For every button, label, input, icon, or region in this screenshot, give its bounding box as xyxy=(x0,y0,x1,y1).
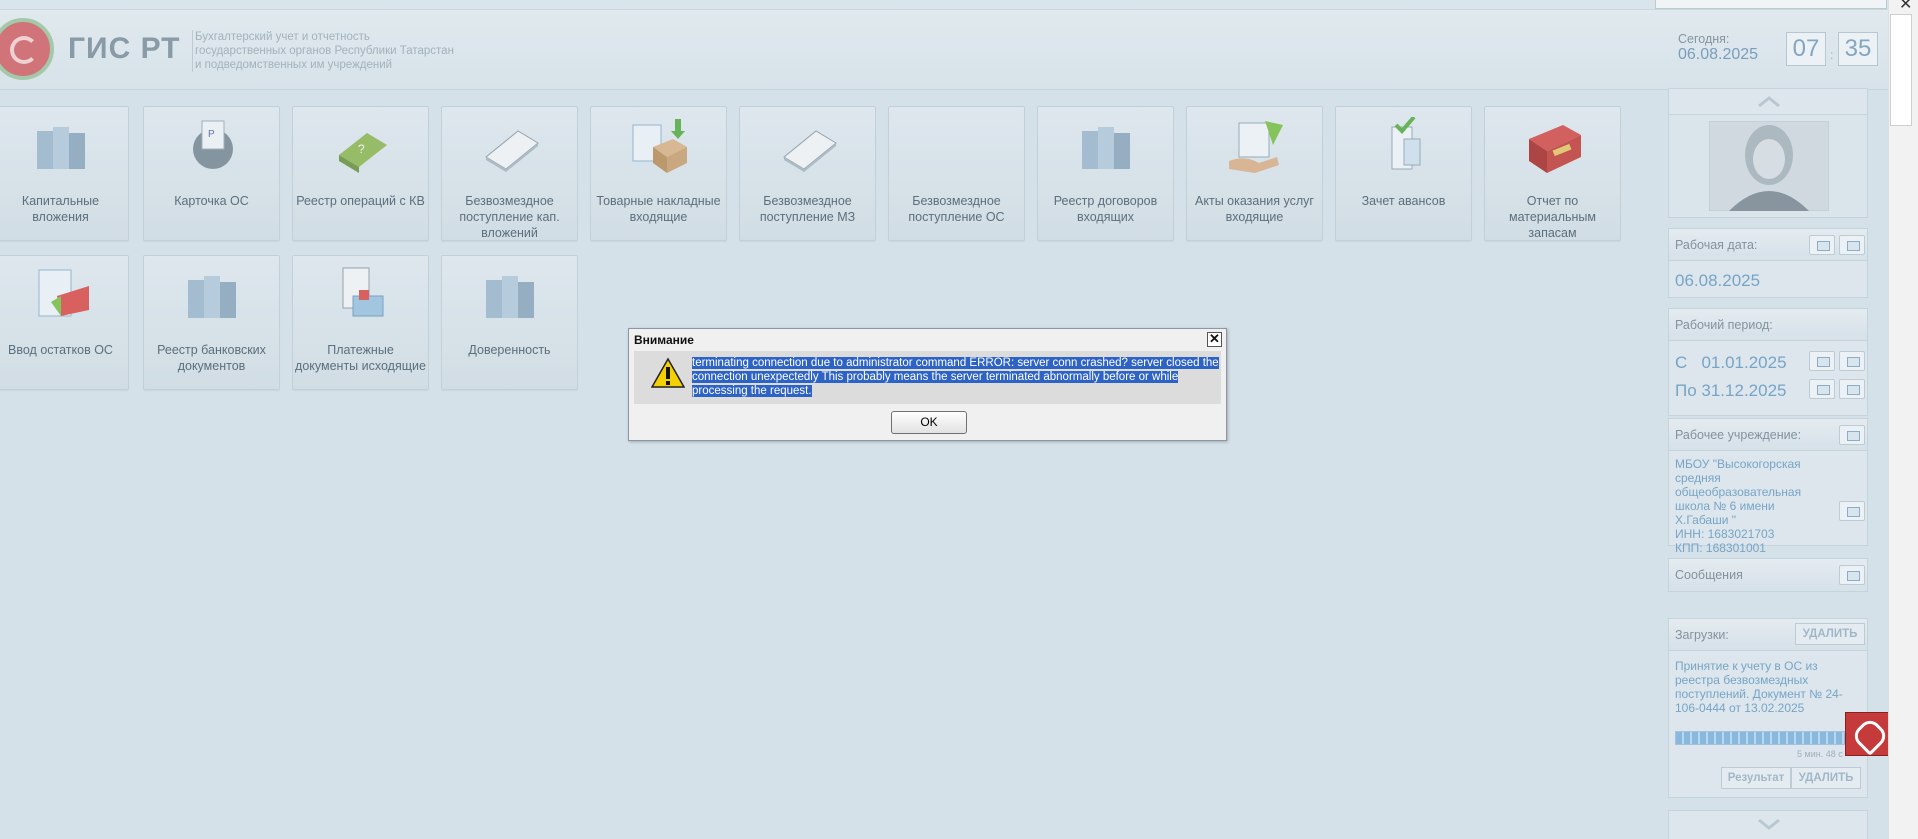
window-close-icon[interactable]: ✕ xyxy=(1899,0,1912,14)
error-dialog: Внимание ✕ terminating connection due to… xyxy=(628,328,1227,441)
warning-icon xyxy=(651,357,685,388)
window-scrollbar[interactable]: ✕ xyxy=(1888,0,1918,839)
app-window: ГИС РТ Бухгалтерский учет и отчетность г… xyxy=(0,0,1888,839)
scrollbar-thumb[interactable] xyxy=(1890,14,1912,126)
error-message: terminating connection due to administra… xyxy=(692,356,1220,398)
dialog-body: terminating connection due to administra… xyxy=(634,351,1221,404)
dialog-title: Внимание xyxy=(634,333,694,347)
error-message-text: terminating connection due to administra… xyxy=(692,357,1219,397)
close-icon[interactable]: ✕ xyxy=(1207,332,1222,347)
ok-button[interactable]: OK xyxy=(891,411,967,434)
pdf-icon[interactable] xyxy=(1845,712,1889,756)
